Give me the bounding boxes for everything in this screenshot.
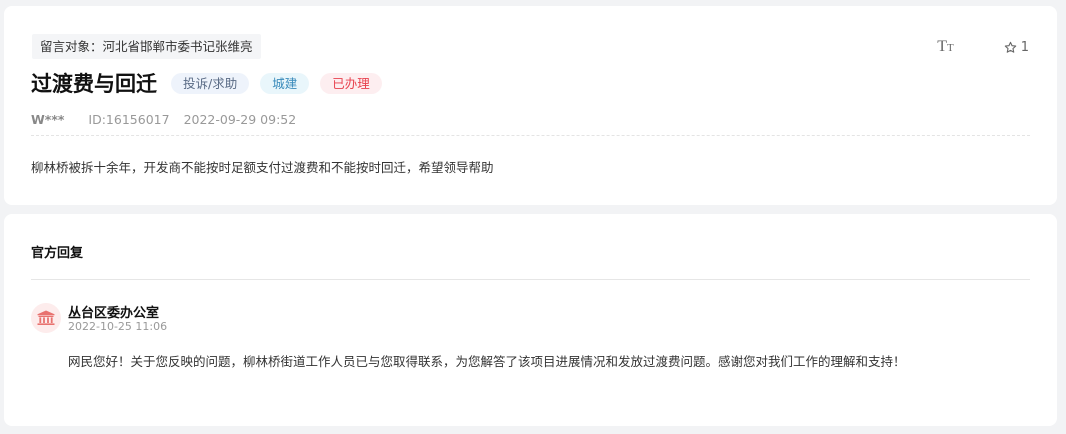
title-row: 过渡费与回迁 投诉/求助 城建 已办理 [31, 68, 393, 98]
author-name: W*** [31, 111, 65, 127]
divider [31, 279, 1030, 280]
font-size-button[interactable]: TT [937, 38, 954, 56]
favorite-button[interactable]: 1 [1004, 40, 1029, 55]
avatar [31, 303, 61, 333]
status-badge: 已办理 [320, 72, 382, 94]
favorite-count: 1 [1020, 39, 1029, 55]
category-tag[interactable]: 城建 [260, 72, 310, 94]
message-tools: TT 1 [937, 36, 1029, 58]
government-building-icon [37, 310, 55, 325]
message-title: 过渡费与回迁 [31, 72, 157, 96]
message-target: 留言对象：河北省邯郸市委书记张维亮 [32, 34, 261, 59]
message-meta: W*** ID:16156017 2022-09-29 09:52 [31, 110, 296, 128]
message-datetime: 2022-09-29 09:52 [183, 111, 297, 127]
divider [31, 135, 1030, 136]
type-tag[interactable]: 投诉/求助 [171, 72, 250, 94]
font-size-icon: T [937, 38, 947, 55]
reply-content: 网民您好！关于您反映的问题，柳林桥街道工作人员已与您取得联系，为您解答了该项目进… [68, 354, 906, 369]
reply-datetime: 2022-10-25 11:06 [68, 320, 168, 333]
message-content: 柳林桥被拆十余年，开发商不能按时足额支付过渡费和不能按时回迁，希望领导帮助 [31, 160, 494, 175]
reply-section-title: 官方回复 [31, 246, 84, 261]
star-outline-icon [1004, 41, 1016, 53]
reply-org-name: 丛台区委办公室 [68, 306, 160, 321]
message-card: 留言对象：河北省邯郸市委书记张维亮 TT 1 过渡费与回迁 投诉/求助 城建 已… [4, 6, 1057, 205]
reply-card: 官方回复 丛台区委办公室 2022-10-25 11:06 网民您好！关于您反映… [4, 214, 1057, 426]
message-id: ID:16156017 [88, 111, 170, 127]
